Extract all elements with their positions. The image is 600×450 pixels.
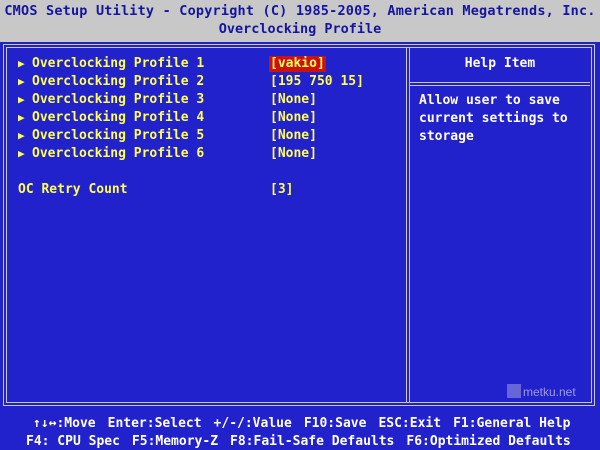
submenu-arrow-icon: ▶: [18, 111, 25, 124]
submenu-arrow-icon: ▶: [18, 75, 25, 88]
app-title: CMOS Setup Utility - Copyright (C) 1985-…: [4, 3, 596, 19]
submenu-arrow-icon: ▶: [18, 147, 25, 160]
profile-3-value[interactable]: [None]: [270, 92, 317, 108]
menu-item-label: Overclocking Profile 1: [32, 56, 205, 71]
menu-item-overclocking-profile-6[interactable]: ▶ Overclocking Profile 6: [18, 146, 204, 162]
page-title: Overclocking Profile: [218, 21, 382, 37]
key-legend: ↑↓↔:Move Enter:Select +/-/:Value F10:Save ES…: [0, 408, 600, 450]
help-header-divider-inner: [409, 85, 590, 86]
title-bar: CMOS Setup Utility - Copyright (C) 1985-…: [0, 0, 600, 42]
key-hint-select: Enter:Select: [107, 416, 202, 431]
profile-1-value[interactable]: [vakio]: [269, 56, 326, 72]
menu-item-label: Overclocking Profile 5: [32, 128, 205, 143]
watermark: metku.net: [507, 383, 576, 401]
menu-item-overclocking-profile-2[interactable]: ▶ Overclocking Profile 2: [18, 74, 204, 90]
menu-item-label: Overclocking Profile 6: [32, 146, 205, 161]
menu-item-overclocking-profile-4[interactable]: ▶ Overclocking Profile 4: [18, 110, 204, 126]
help-header-divider: [409, 82, 590, 83]
submenu-arrow-icon: ▶: [18, 129, 25, 142]
menu-item-overclocking-profile-5[interactable]: ▶ Overclocking Profile 5: [18, 128, 204, 144]
menu-item-label: Overclocking Profile 4: [32, 110, 205, 125]
profile-5-value[interactable]: [None]: [270, 128, 317, 144]
key-hint-cpu-spec: F4: CPU Spec: [26, 434, 120, 449]
key-hint-memory-z: F5:Memory-Z: [131, 434, 219, 449]
submenu-arrow-icon: ▶: [18, 93, 25, 106]
panel-divider: [406, 47, 407, 403]
key-hint-save: F10:Save: [303, 416, 367, 431]
key-hint-exit: ESC:Exit: [378, 416, 442, 431]
key-legend-line-2: F4: CPU Spec F5:Memory-Z F8:Fail-Safe Defa…: [26, 434, 571, 449]
menu-item-overclocking-profile-3[interactable]: ▶ Overclocking Profile 3: [18, 92, 204, 108]
menu-item-oc-retry-count[interactable]: OC Retry Count: [18, 182, 128, 198]
key-hint-fail-safe-defaults: F8:Fail-Safe Defaults: [230, 434, 395, 449]
profile-4-value[interactable]: [None]: [270, 110, 317, 126]
help-panel-text: Allow user to save current settings to s…: [419, 93, 568, 144]
submenu-arrow-icon: ▶: [18, 57, 25, 70]
oc-retry-count-value[interactable]: [3]: [270, 182, 293, 198]
key-legend-line-1: ↑↓↔:Move Enter:Select +/-/:Value F10:Save ES…: [33, 416, 570, 431]
menu-item-label: Overclocking Profile 2: [32, 74, 205, 89]
profile-2-value[interactable]: [195 750 15]: [270, 74, 364, 90]
menu-item-label: OC Retry Count: [18, 182, 128, 197]
panel-divider-inner: [409, 47, 410, 403]
menu-item-label: Overclocking Profile 3: [32, 92, 205, 107]
watermark-text: metku.net: [523, 385, 576, 399]
key-hint-optimized-defaults: F6:Optimized Defaults: [406, 434, 571, 449]
menu-item-overclocking-profile-1[interactable]: ▶ Overclocking Profile 1: [18, 56, 204, 72]
watermark-logo-icon: [507, 384, 521, 398]
profile-6-value[interactable]: [None]: [270, 146, 317, 162]
key-hint-general-help: F1:General Help: [453, 416, 571, 431]
help-panel-title: Help Item: [464, 56, 536, 71]
key-hint-value: +/-/:Value: [213, 416, 292, 431]
key-hint-move: ↑↓↔:Move: [33, 416, 96, 431]
